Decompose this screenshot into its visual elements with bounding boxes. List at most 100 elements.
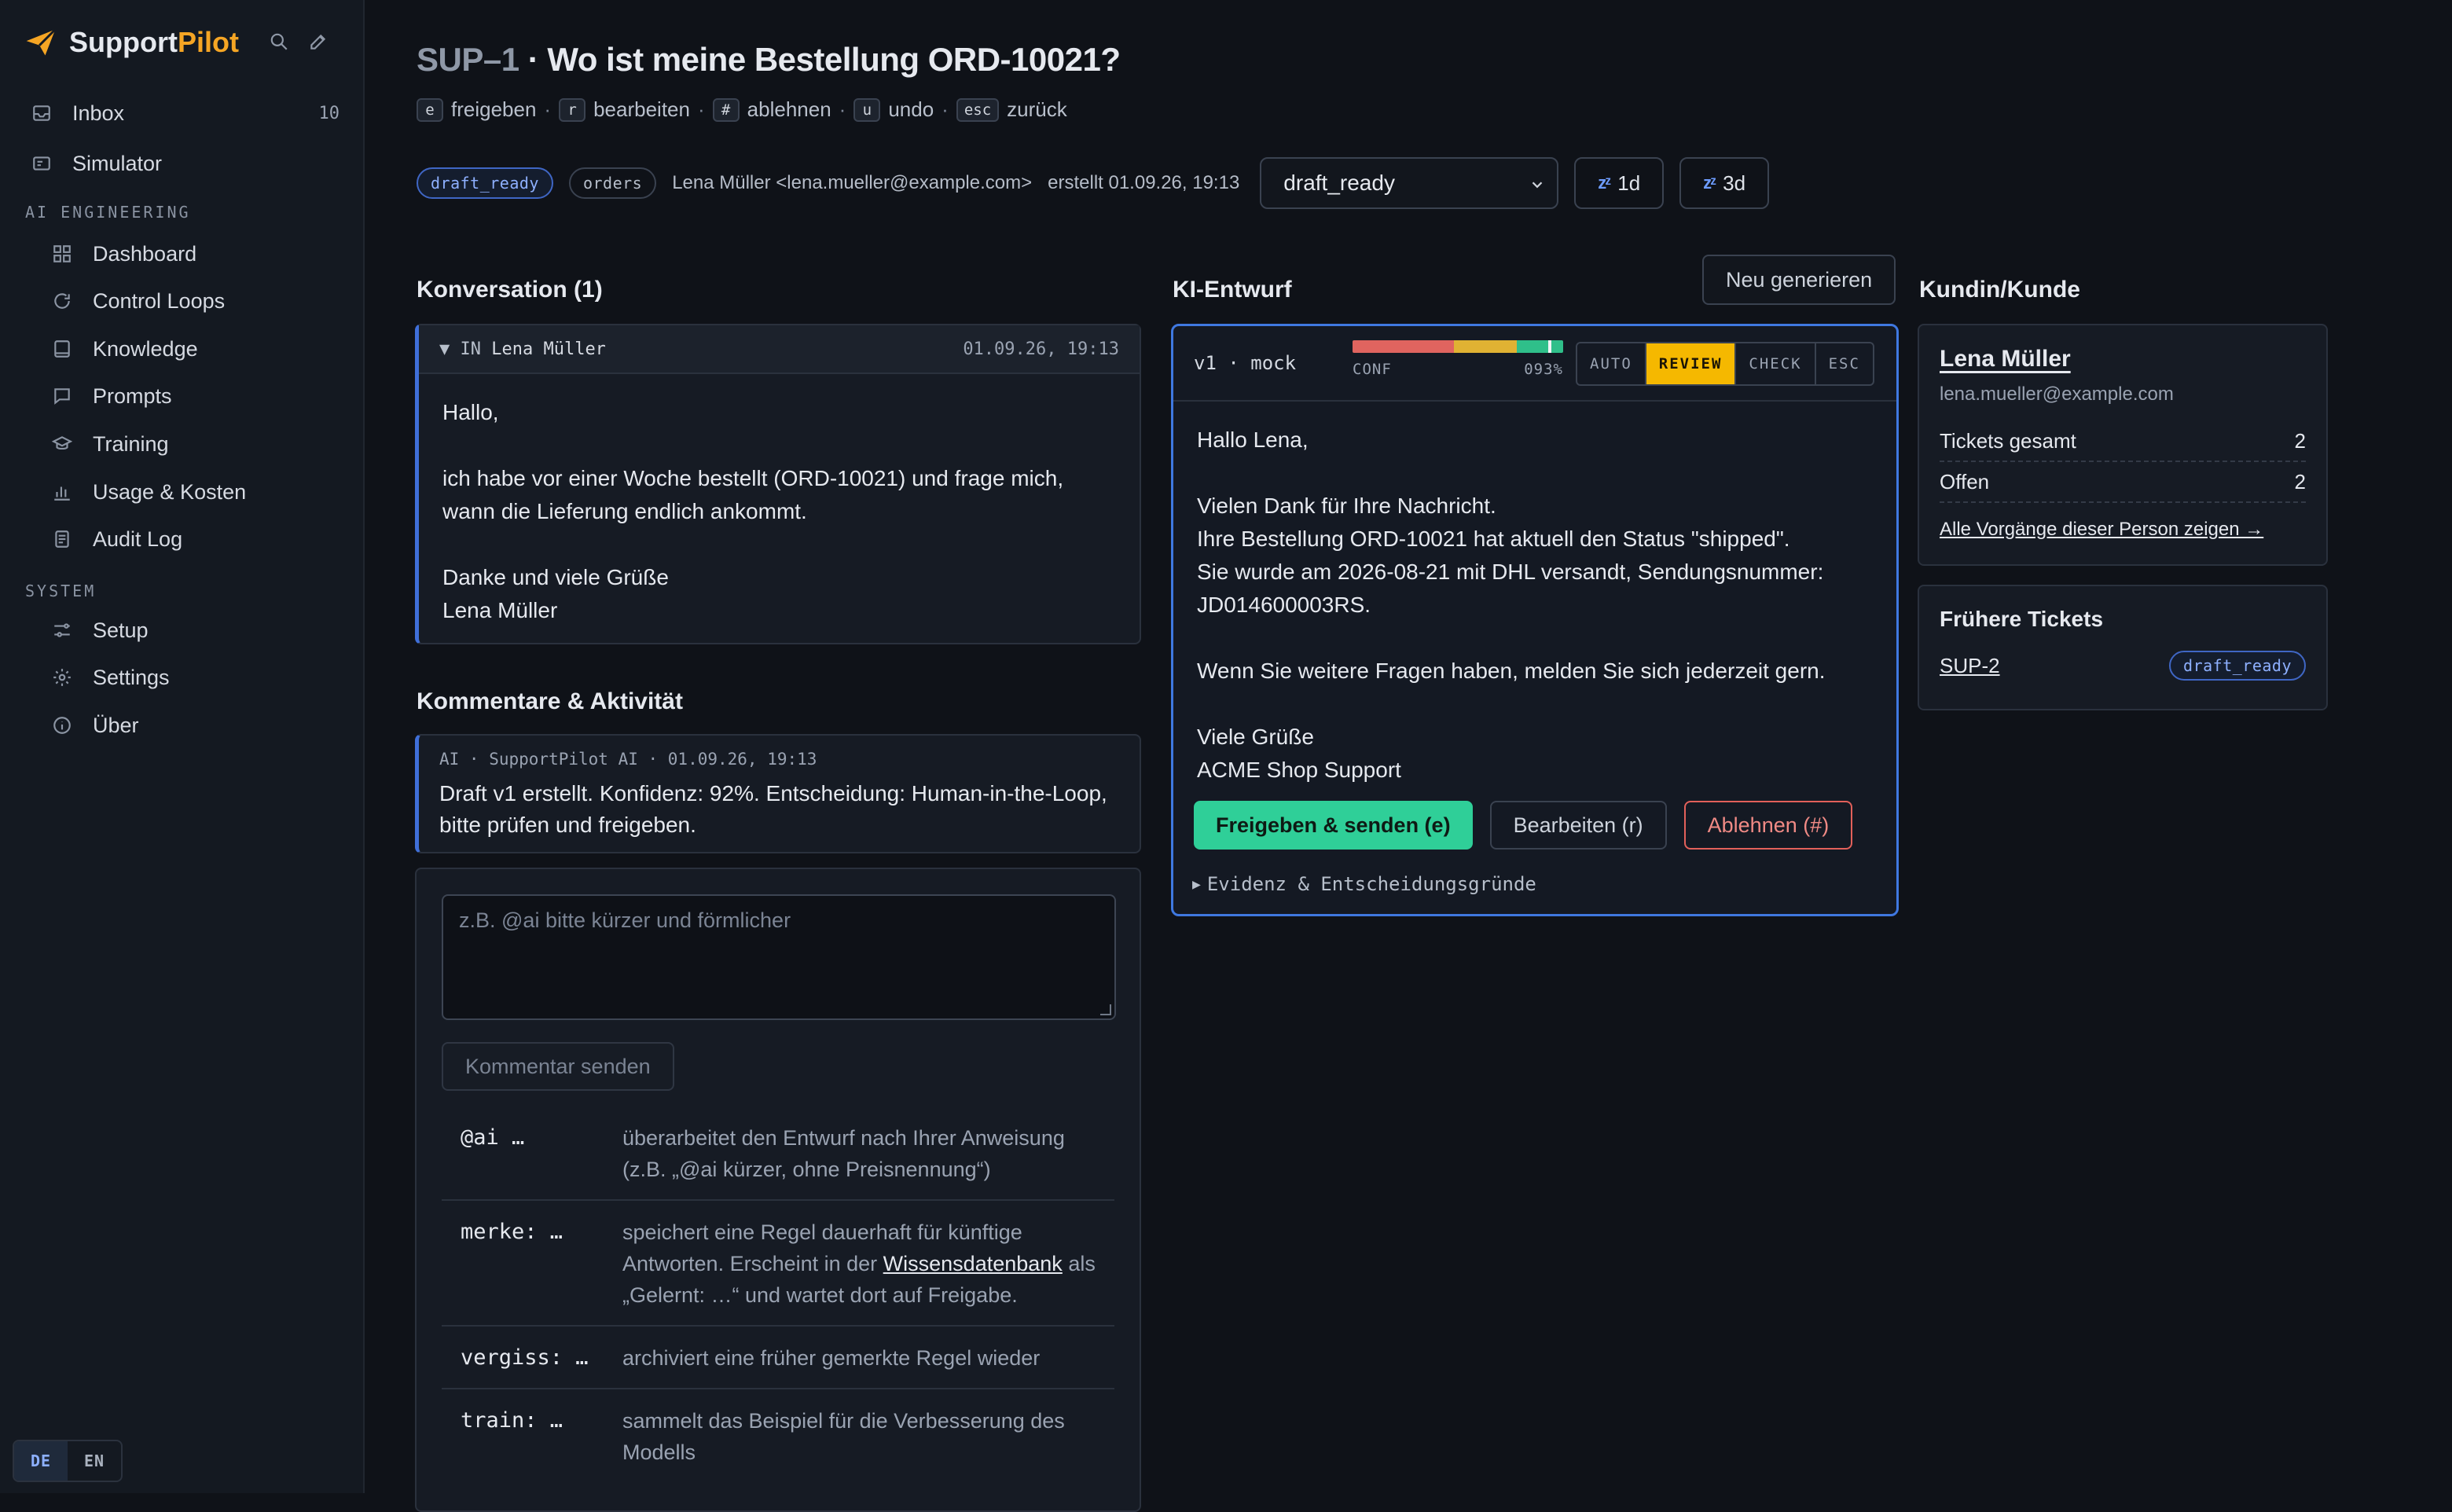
confidence-meter: CONF 093% [1353,340,1563,378]
mode-esc[interactable]: ESC [1816,343,1873,384]
command-desc: speichert eine Regel dauerhaft für künft… [622,1220,1096,1307]
compose-icon[interactable] [305,28,332,55]
confidence-marker [1548,340,1552,353]
brand-name-accent: Pilot [177,26,239,58]
message-paragraph: Lena Müller [442,598,558,622]
resize-handle-icon[interactable] [1100,1004,1111,1015]
evidence-toggle[interactable]: ▶ Evidenz & Entscheidungsgründe [1192,873,1536,895]
snooze-1d-button[interactable]: zᶻ 1d [1574,157,1665,209]
sidebar-item-knowledge[interactable]: Knowledge [44,328,341,369]
graduation-cap-icon [50,432,74,456]
language-switch[interactable]: DE EN [13,1440,123,1482]
sidebar-item-setup[interactable]: Setup [44,610,341,651]
sidebar-item-prompts[interactable]: Prompts [44,376,341,417]
confidence-value: 093% [1524,361,1563,378]
command-key: merke: … [461,1220,563,1244]
knowledge-base-link[interactable]: Wissensdatenbank [883,1252,1063,1275]
message-paragraph: ich habe vor einer Woche bestellt (ORD-1… [442,466,1064,523]
reject-button[interactable]: Ablehnen (#) [1683,801,1853,850]
sidebar-item-training[interactable]: Training [44,424,341,464]
requester: Lena Müller <lena.mueller@example.com> [672,172,1033,193]
mode-check[interactable]: CHECK [1736,343,1816,384]
shortcut-label: undo [888,97,934,121]
bar-chart-icon [50,480,74,504]
brand[interactable]: SupportPilot [24,24,239,61]
sidebar-item-dashboard[interactable]: Dashboard [44,233,341,274]
sidebar-item-label: Knowledge [93,336,198,361]
sidebar-item-audit-log[interactable]: Audit Log [44,519,341,560]
command-help-list: @ai … überarbeitet den Entwurf nach Ihre… [442,1106,1114,1482]
status-select[interactable]: draft_ready [1260,157,1559,209]
lang-en[interactable]: EN [68,1441,121,1481]
draft-line: Wenn Sie weitere Fragen haben, melden Si… [1197,659,1826,683]
message-body: Hallo, ich habe vor einer Woche bestellt… [419,374,1140,649]
snooze-label: 1d [1617,171,1641,195]
draft-body[interactable]: Hallo Lena, Vielen Dank für Ihre Nachric… [1173,402,1896,787]
sliders-icon [50,618,74,642]
status-badge: draft_ready [2169,651,2306,681]
customer-name[interactable]: Lena Müller [1940,346,2306,372]
comment-panel: z.B. @ai bitte kürzer und förmlicher Kom… [415,868,1141,1512]
message-header[interactable]: ▼ IN Lena Müller 01.09.26, 19:13 [419,325,1140,374]
status-badge: draft_ready [417,167,553,199]
command-row: merke: … speichert eine Regel dauerhaft … [442,1201,1114,1327]
ticket-subject: · Wo ist meine Bestellung ORD-10021? [519,41,1121,78]
previous-tickets-heading: Frühere Tickets [1940,607,2104,631]
draft-card: v1 · mock CONF 093% AUTO REVIEW CHECK ESC… [1171,324,1899,916]
sidebar-item-label: Setup [93,618,149,642]
customer-card: Lena Müller lena.mueller@example.com Tic… [1918,324,2328,566]
activity-text: Draft v1 erstellt. Konfidenz: 92%. Entsc… [439,781,1107,837]
sidebar-item-label: Settings [93,665,170,689]
tag-badge[interactable]: orders [568,167,657,199]
chevron-down-icon [1532,182,1543,189]
stat-row: Offen 2 [1940,462,2306,503]
refresh-icon [50,289,74,313]
message-card: ▼ IN Lena Müller 01.09.26, 19:13 Hallo, … [415,324,1141,644]
mode-auto[interactable]: AUTO [1577,343,1646,384]
decision-mode-selector[interactable]: AUTO REVIEW CHECK ESC [1576,342,1874,386]
sidebar-item-ueber[interactable]: Über [44,705,341,746]
kbd-key: # [712,97,740,122]
search-icon[interactable] [266,28,292,55]
regenerate-button[interactable]: Neu generieren [1702,255,1896,305]
section-label-ai-engineering: AI ENGINEERING [25,203,191,222]
inbox-icon [30,101,53,125]
sidebar-item-control-loops[interactable]: Control Loops [44,281,341,321]
send-comment-button[interactable]: Kommentar senden [442,1042,674,1091]
snooze-3d-button[interactable]: zᶻ 3d [1679,157,1770,209]
kbd-key: r [559,97,586,122]
lang-de[interactable]: DE [14,1441,68,1481]
sidebar-item-settings[interactable]: Settings [44,657,341,698]
command-key: vergiss: … [461,1345,589,1370]
info-icon [50,714,74,737]
message-direction: ▼ IN [439,339,481,359]
brand-name: Support [69,26,178,58]
draft-header: v1 · mock CONF 093% AUTO REVIEW CHECK ESC [1173,326,1896,402]
evidence-label: Evidenz & Entscheidungsgründe [1206,873,1536,895]
stat-row: Tickets gesamt 2 [1940,421,2306,462]
draft-line: Viele Grüße [1197,725,1314,749]
mode-review[interactable]: REVIEW [1646,343,1737,384]
sidebar-item-usage-kosten[interactable]: Usage & Kosten [44,472,341,512]
command-desc: archiviert eine früher gemerkte Regel wi… [622,1346,1041,1370]
edit-button[interactable]: Bearbeiten (r) [1489,801,1667,850]
snooze-label: 3d [1723,171,1746,195]
confidence-bar [1353,340,1563,353]
activity-heading: Kommentare & Aktivität [417,688,683,714]
approve-send-button[interactable]: Freigeben & senden (e) [1194,801,1473,850]
command-row: vergiss: … archiviert eine früher gemerk… [442,1327,1114,1389]
ticket-meta: draft_ready orders Lena Müller <lena.mue… [417,157,1770,209]
sidebar-item-label: Control Loops [93,288,226,313]
all-cases-link[interactable]: Alle Vorgänge dieser Person zeigen → [1940,519,2306,541]
kbd-key: esc [956,97,1000,122]
sidebar-item-inbox[interactable]: Inbox 10 [24,93,341,134]
command-row: @ai … überarbeitet den Entwurf nach Ihre… [442,1106,1114,1201]
command-desc: sammelt das Beispiel für die Verbesserun… [622,1409,1065,1464]
paper-plane-logo-icon [26,28,57,56]
stat-value: 2 [2294,428,2306,453]
previous-ticket-link[interactable]: SUP-2 [1940,654,2000,678]
comment-input[interactable]: z.B. @ai bitte kürzer und förmlicher [442,894,1116,1020]
sidebar-item-simulator[interactable]: Simulator [24,143,341,184]
sidebar-item-label: Usage & Kosten [93,479,247,504]
comment-placeholder: z.B. @ai bitte kürzer und förmlicher [459,908,791,932]
